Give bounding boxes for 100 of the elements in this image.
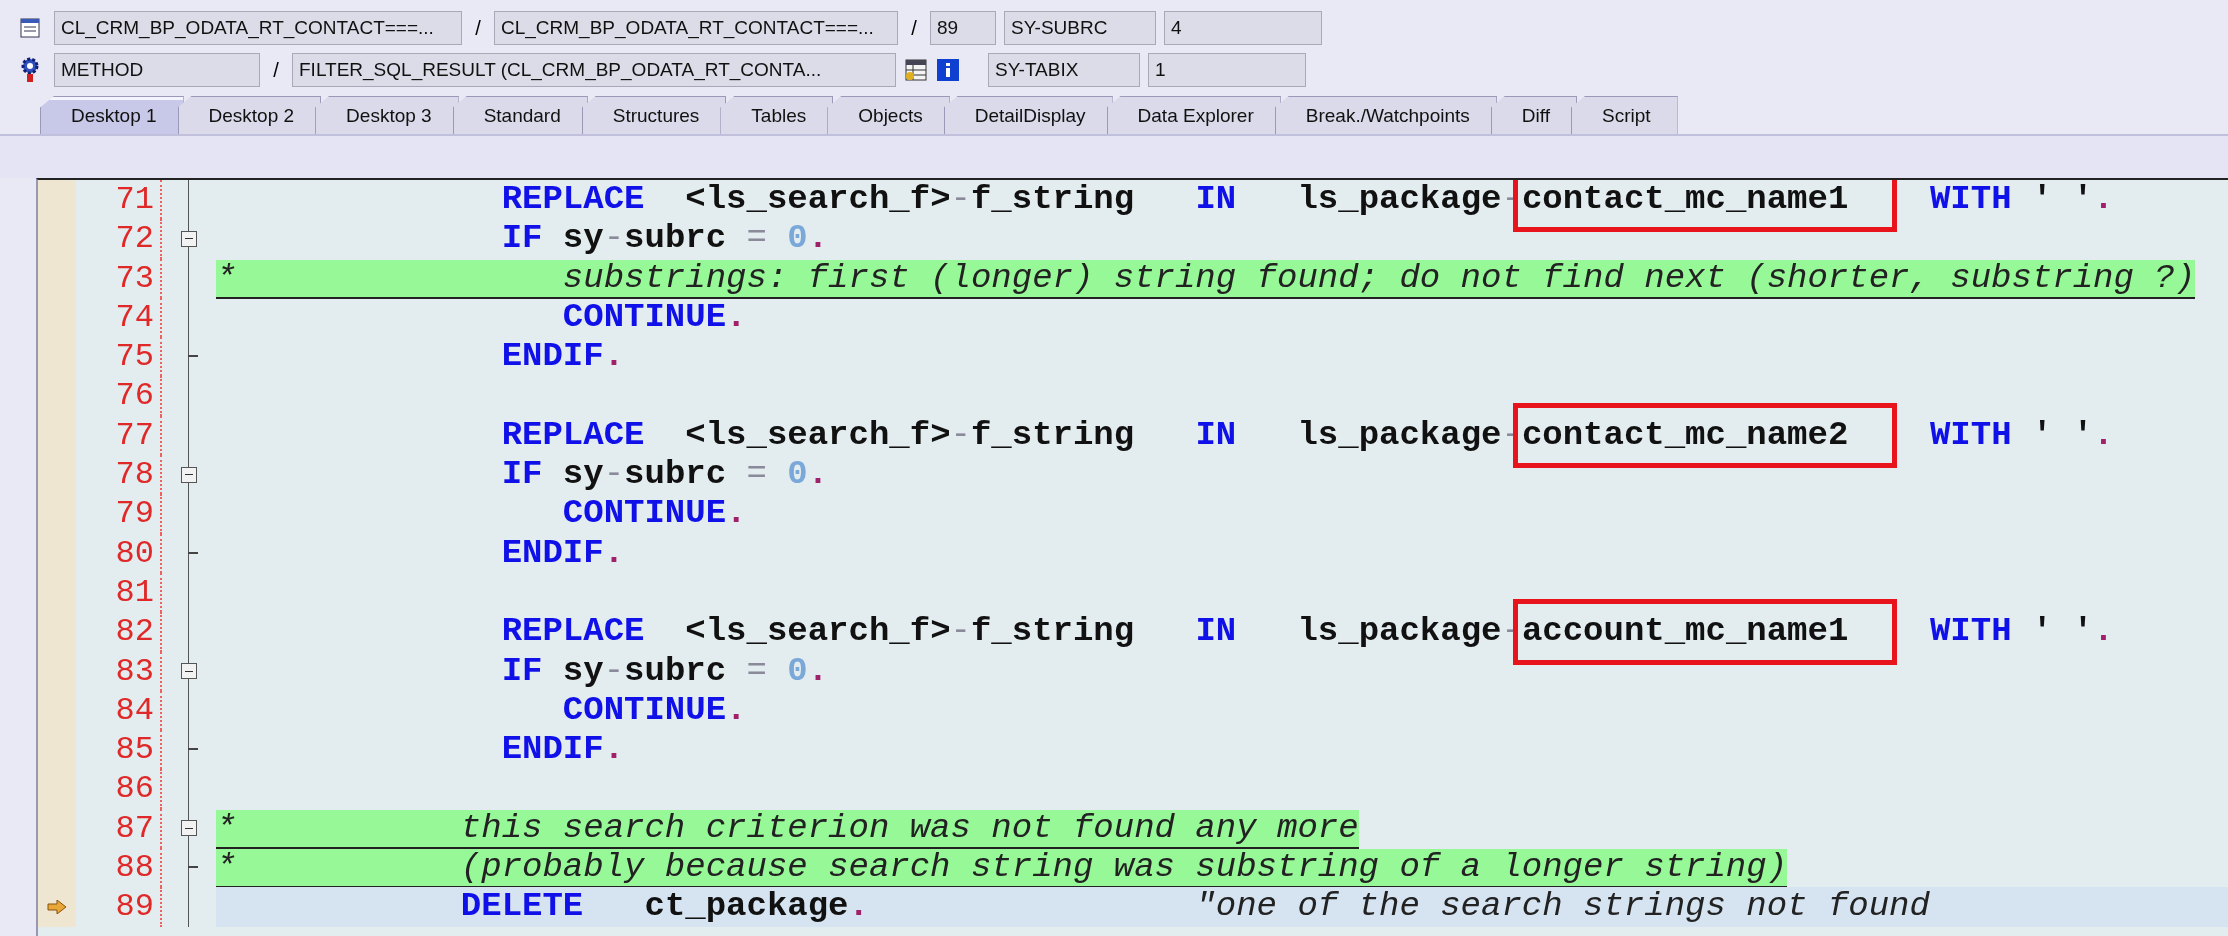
code-token: - bbox=[950, 612, 971, 651]
code-comment: * (probably because search string was substring of a longer string) bbox=[216, 849, 1788, 889]
code-token: ENDIF bbox=[500, 730, 604, 769]
line-number: 88 bbox=[76, 848, 162, 888]
variable-name-field[interactable]: SY-TABIX bbox=[988, 53, 1140, 87]
line-number: 76 bbox=[76, 376, 162, 416]
separator: / bbox=[272, 58, 280, 82]
code-token: sy bbox=[561, 219, 604, 258]
code-token: - bbox=[950, 415, 971, 454]
fold-toggle[interactable] bbox=[180, 230, 197, 247]
code-token: . bbox=[726, 690, 747, 729]
line-number: 78 bbox=[76, 455, 162, 495]
variable-value-field[interactable]: 4 bbox=[1164, 11, 1322, 45]
tab[interactable]: Break./Watchpoints bbox=[1274, 96, 1497, 134]
code-token: CONTINUE bbox=[561, 690, 727, 729]
code-token: . bbox=[2093, 180, 2114, 218]
line-number: 85 bbox=[76, 730, 162, 770]
tab[interactable]: Desktop 1 bbox=[40, 96, 184, 134]
code-token: <ls_search_f> bbox=[684, 415, 951, 454]
code-token: ' ' bbox=[2030, 415, 2094, 454]
code-token: REPLACE bbox=[500, 180, 645, 218]
code-token: sy bbox=[561, 455, 604, 494]
variable-value-field[interactable]: 1 bbox=[1148, 53, 1306, 87]
code-token: IF bbox=[500, 455, 543, 494]
code-token: - bbox=[603, 455, 625, 494]
line-number: 84 bbox=[76, 690, 162, 731]
code-token: . bbox=[603, 730, 625, 769]
fold-toggle[interactable] bbox=[180, 820, 197, 837]
code-token: IF bbox=[500, 219, 543, 258]
code-token: ls_package bbox=[1296, 415, 1502, 454]
code-token: f_string bbox=[970, 415, 1135, 454]
code-token: . bbox=[2093, 612, 2114, 651]
code-token: . bbox=[603, 533, 625, 572]
tab[interactable]: DetailDisplay bbox=[943, 96, 1113, 134]
code-token: . bbox=[807, 219, 829, 258]
code-token: IN bbox=[1194, 612, 1237, 651]
code-token: - bbox=[603, 651, 625, 690]
code-token: ' ' bbox=[2030, 612, 2094, 651]
info-icon[interactable] bbox=[936, 58, 960, 82]
code-token: WITH bbox=[1928, 612, 2012, 651]
fold-toggle[interactable] bbox=[180, 663, 197, 680]
tab[interactable]: Structures bbox=[581, 96, 727, 134]
tab[interactable]: Standard bbox=[452, 96, 588, 134]
fold-toggle[interactable] bbox=[180, 466, 197, 483]
breakpoint-margin[interactable] bbox=[38, 887, 76, 927]
tab[interactable]: Script bbox=[1570, 96, 1678, 134]
arrow-icon bbox=[47, 900, 67, 914]
line-number: 72 bbox=[76, 219, 162, 259]
code-token: ENDIF bbox=[500, 337, 604, 376]
code-token: ls_package bbox=[1296, 180, 1502, 218]
code-token: . bbox=[848, 887, 869, 926]
line-field[interactable]: 89 bbox=[930, 11, 996, 45]
code-token: 0 bbox=[786, 455, 808, 494]
highlighted-code: account_mc_name1 bbox=[1512, 599, 1898, 665]
tab[interactable]: Desktop 2 bbox=[177, 96, 322, 134]
document-icon[interactable] bbox=[19, 17, 41, 39]
include-field[interactable]: CL_CRM_BP_ODATA_RT_CONTACT===... bbox=[494, 11, 898, 45]
line-number: 75 bbox=[76, 337, 162, 377]
code-token: f_string bbox=[970, 612, 1135, 651]
code-comment: * this search criterion was not found any more bbox=[216, 809, 1359, 849]
code-token: subrc bbox=[624, 219, 727, 258]
code-token: 0 bbox=[786, 651, 808, 690]
line-number: 81 bbox=[76, 572, 162, 613]
code-token: "one of the search strings not found bbox=[1194, 887, 1930, 926]
code-token: WITH bbox=[1928, 180, 2012, 218]
type-field[interactable]: METHOD bbox=[54, 53, 260, 87]
tab[interactable]: Diff bbox=[1490, 96, 1577, 134]
program-field[interactable]: CL_CRM_BP_ODATA_RT_CONTACT===... bbox=[54, 11, 462, 45]
code-token: CONTINUE bbox=[561, 494, 727, 533]
gear-icon[interactable] bbox=[19, 57, 41, 83]
code-token: REPLACE bbox=[500, 612, 645, 651]
line-number: 80 bbox=[76, 533, 162, 573]
code-token: REPLACE bbox=[500, 415, 645, 454]
line-number: 83 bbox=[76, 651, 162, 691]
code-token: WITH bbox=[1928, 415, 2012, 454]
code-token: - bbox=[950, 180, 971, 218]
tab[interactable]: Desktop 3 bbox=[315, 96, 459, 134]
line-number: 87 bbox=[76, 808, 162, 849]
code-token: sy bbox=[561, 651, 604, 690]
code-token: . bbox=[807, 651, 829, 690]
table-icon[interactable] bbox=[904, 58, 928, 82]
separator: / bbox=[474, 16, 482, 40]
tab[interactable]: Tables bbox=[720, 96, 834, 134]
code-token: . bbox=[726, 494, 747, 533]
code-token: . bbox=[807, 455, 829, 494]
code-token: f_string bbox=[970, 180, 1135, 218]
code-token: ls_package bbox=[1296, 612, 1502, 651]
line-number: 73 bbox=[76, 258, 162, 298]
line-number: 86 bbox=[76, 769, 162, 809]
code-token: <ls_search_f> bbox=[684, 180, 951, 218]
variable-name-field[interactable]: SY-SUBRC bbox=[1004, 11, 1156, 45]
tab[interactable]: Objects bbox=[827, 96, 950, 134]
line-number: 89 bbox=[76, 887, 162, 927]
method-field[interactable]: FILTER_SQL_RESULT (CL_CRM_BP_ODATA_RT_CONTA... bbox=[292, 53, 896, 87]
code-token: ' ' bbox=[2030, 180, 2094, 218]
line-number: 79 bbox=[76, 494, 162, 534]
code-token: 0 bbox=[786, 219, 808, 258]
line-number: 74 bbox=[76, 297, 162, 338]
tab[interactable]: Data Explorer bbox=[1106, 96, 1281, 134]
separator: / bbox=[910, 16, 918, 40]
